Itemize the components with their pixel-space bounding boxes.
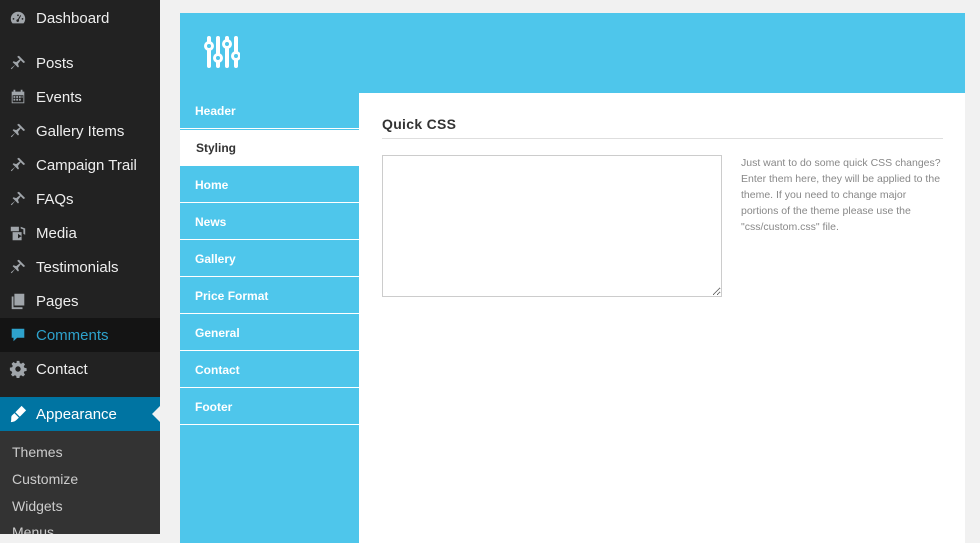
options-nav: Header Styling Home News Gallery Price F…	[180, 93, 359, 543]
menu-item-dashboard[interactable]: Dashboard	[0, 1, 160, 35]
tab-header[interactable]: Header	[180, 93, 359, 129]
menu-item-label: Events	[36, 88, 82, 106]
appearance-submenu: Themes Customize Widgets Menus	[0, 431, 160, 534]
menu-item-label: Gallery Items	[36, 122, 125, 140]
pages-icon	[8, 291, 28, 311]
section-divider	[382, 138, 943, 139]
quick-css-textarea[interactable]	[382, 155, 722, 297]
pin-icon	[8, 189, 28, 209]
menu-item-label: Posts	[36, 54, 74, 72]
media-icon	[8, 223, 28, 243]
tab-general[interactable]: General	[180, 315, 359, 351]
tab-home[interactable]: Home	[180, 167, 359, 203]
section-title: Quick CSS	[382, 116, 457, 132]
menu-item-gallery-items[interactable]: Gallery Items	[0, 114, 160, 148]
submenu-item-menus[interactable]: Menus	[12, 524, 54, 534]
menu-item-faqs[interactable]: FAQs	[0, 182, 160, 216]
calendar-icon	[8, 87, 28, 107]
admin-sidebar: Dashboard Posts Events Gallery Items Cam…	[0, 0, 160, 534]
tab-price-format[interactable]: Price Format	[180, 278, 359, 314]
menu-item-testimonials[interactable]: Testimonials	[0, 250, 160, 284]
panel-header	[180, 13, 965, 93]
tab-gallery[interactable]: Gallery	[180, 241, 359, 277]
theme-options-panel: Header Styling Home News Gallery Price F…	[180, 13, 965, 543]
tab-styling[interactable]: Styling	[180, 130, 359, 166]
pin-icon	[8, 53, 28, 73]
menu-item-label: Dashboard	[36, 9, 110, 27]
menu-item-label: Pages	[36, 292, 79, 310]
tab-news[interactable]: News	[180, 204, 359, 240]
tab-contact[interactable]: Contact	[180, 352, 359, 388]
menu-item-comments[interactable]: Comments	[0, 318, 160, 352]
comment-icon	[8, 325, 28, 345]
menu-item-events[interactable]: Events	[0, 80, 160, 114]
menu-item-label: Media	[36, 224, 77, 242]
submenu-item-widgets[interactable]: Widgets	[12, 498, 63, 514]
menu-item-label: FAQs	[36, 190, 74, 208]
pin-icon	[8, 257, 28, 277]
pin-icon	[8, 121, 28, 141]
field-description: Just want to do some quick CSS changes? …	[741, 157, 941, 233]
menu-item-pages[interactable]: Pages	[0, 284, 160, 318]
submenu-item-themes[interactable]: Themes	[12, 444, 63, 460]
brush-icon	[8, 404, 28, 424]
submenu-item-customize[interactable]: Customize	[12, 471, 78, 487]
menu-item-campaign-trail[interactable]: Campaign Trail	[0, 148, 160, 182]
dashboard-icon	[8, 8, 28, 28]
menu-item-label: Campaign Trail	[36, 156, 137, 174]
pin-icon	[8, 155, 28, 175]
tab-footer[interactable]: Footer	[180, 389, 359, 425]
menu-item-media[interactable]: Media	[0, 216, 160, 250]
menu-item-label: Testimonials	[36, 258, 119, 276]
menu-item-label: Appearance	[36, 405, 117, 423]
gear-icon	[8, 359, 28, 379]
sliders-icon	[204, 36, 240, 68]
menu-item-contact[interactable]: Contact	[0, 352, 160, 386]
menu-item-appearance[interactable]: Appearance	[0, 397, 160, 431]
current-menu-arrow	[152, 406, 160, 422]
menu-item-label: Comments	[36, 326, 109, 344]
menu-item-label: Contact	[36, 360, 88, 378]
menu-item-posts[interactable]: Posts	[0, 46, 160, 80]
